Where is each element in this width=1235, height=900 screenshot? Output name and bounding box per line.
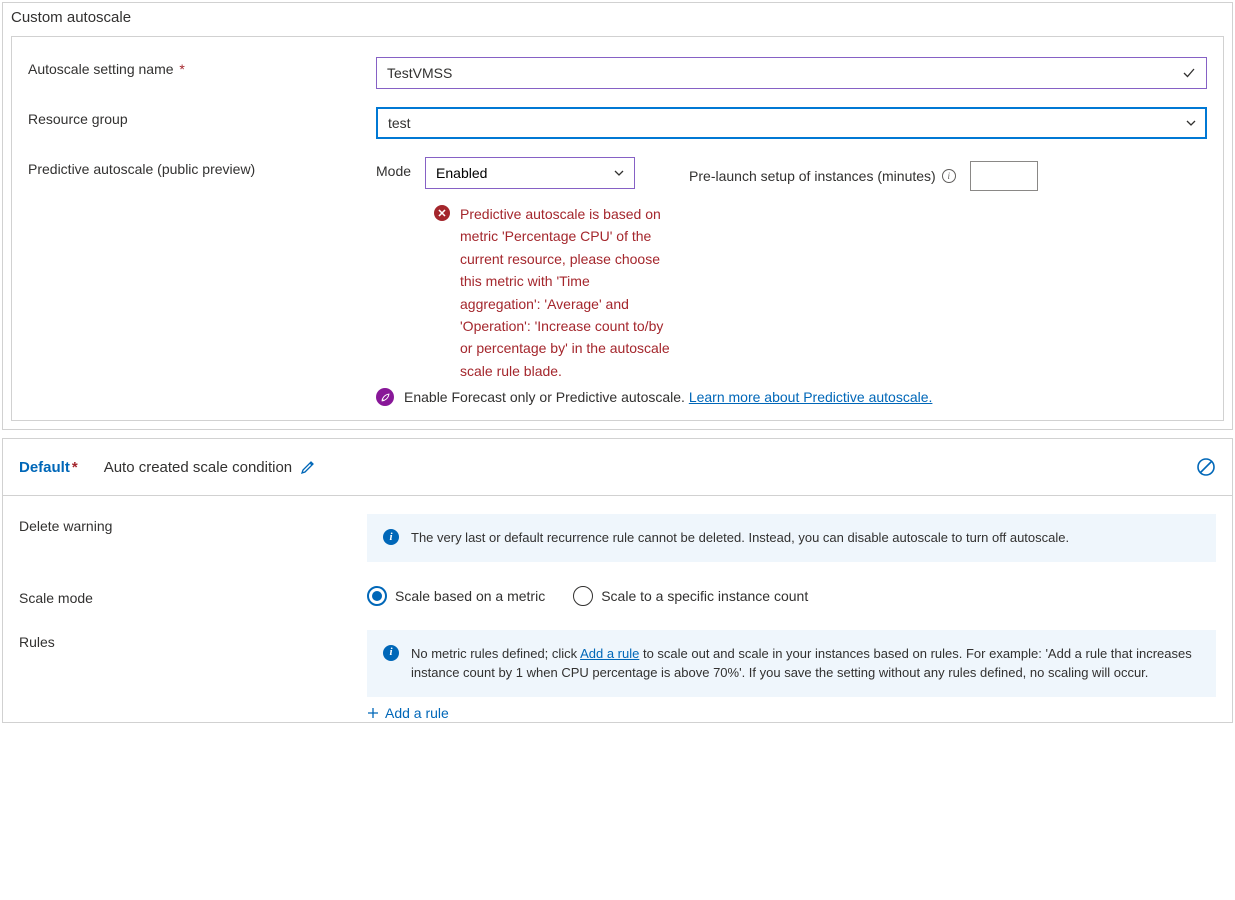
info-icon[interactable]: i	[942, 169, 956, 183]
forecast-row: Enable Forecast only or Predictive autos…	[376, 388, 1207, 406]
resource-group-select[interactable]	[376, 107, 1207, 139]
row-resource-group: Resource group	[28, 107, 1207, 139]
condition-body: Delete warning i The very last or defaul…	[3, 496, 1232, 722]
row-delete-warning: Delete warning i The very last or defaul…	[19, 514, 1216, 562]
info-icon: i	[383, 645, 399, 661]
required-star: *	[72, 459, 78, 476]
plus-icon	[367, 707, 379, 719]
edit-icon[interactable]	[300, 459, 316, 475]
mode-select[interactable]	[425, 157, 635, 189]
rules-info-pre: No metric rules defined; click	[411, 646, 580, 661]
delete-warning-banner: i The very last or default recurrence ru…	[367, 514, 1216, 562]
radio-scale-metric-label: Scale based on a metric	[395, 588, 545, 604]
add-rule-button[interactable]: Add a rule	[367, 705, 449, 721]
label-setting-name-text: Autoscale setting name	[28, 61, 174, 77]
autoscale-form: Autoscale setting name * Resource group	[11, 36, 1224, 421]
add-rule-label: Add a rule	[385, 705, 449, 721]
row-scale-mode: Scale mode Scale based on a metric Scale…	[19, 586, 1216, 606]
radio-scale-count[interactable]: Scale to a specific instance count	[573, 586, 808, 606]
label-scale-mode: Scale mode	[19, 586, 367, 606]
row-rules: Rules i No metric rules defined; click A…	[19, 630, 1216, 722]
disable-icon[interactable]	[1196, 457, 1216, 477]
setting-name-input[interactable]	[376, 57, 1207, 89]
radio-scale-metric[interactable]: Scale based on a metric	[367, 586, 545, 606]
custom-autoscale-panel: Custom autoscale Autoscale setting name …	[2, 2, 1233, 430]
panel-title: Custom autoscale	[3, 3, 1232, 36]
radio-scale-count-label: Scale to a specific instance count	[601, 588, 808, 604]
prelaunch-input[interactable]	[970, 161, 1038, 191]
label-predictive: Predictive autoscale (public preview)	[28, 157, 376, 177]
add-rule-link-inline[interactable]: Add a rule	[580, 646, 639, 661]
predictive-error: ✕ Predictive autoscale is based on metri…	[434, 203, 674, 382]
rocket-icon	[376, 388, 394, 406]
row-predictive: Predictive autoscale (public preview) Mo…	[28, 157, 1207, 382]
scale-mode-radio-group: Scale based on a metric Scale to a speci…	[367, 586, 1216, 606]
label-setting-name: Autoscale setting name *	[28, 57, 376, 77]
label-delete-warning: Delete warning	[19, 514, 367, 534]
condition-title-text: Default	[19, 459, 70, 476]
info-icon: i	[383, 529, 399, 545]
required-star: *	[176, 61, 185, 77]
condition-subtitle: Auto created scale condition	[104, 459, 292, 476]
mode-label: Mode	[376, 157, 411, 179]
error-text: Predictive autoscale is based on metric …	[460, 203, 674, 382]
scale-condition-panel: Default* Auto created scale condition De…	[2, 438, 1233, 723]
error-icon: ✕	[434, 205, 450, 221]
forecast-text: Enable Forecast only or Predictive autos…	[404, 389, 932, 405]
condition-title: Default*	[19, 459, 78, 476]
prelaunch-label: Pre-launch setup of instances (minutes)	[689, 168, 936, 184]
learn-more-link[interactable]: Learn more about Predictive autoscale.	[689, 389, 933, 405]
rules-info-text: No metric rules defined; click Add a rul…	[411, 644, 1200, 683]
label-resource-group: Resource group	[28, 107, 376, 127]
condition-header: Default* Auto created scale condition	[3, 439, 1232, 496]
label-rules: Rules	[19, 630, 367, 650]
delete-warning-text: The very last or default recurrence rule…	[411, 528, 1069, 548]
rules-info-banner: i No metric rules defined; click Add a r…	[367, 630, 1216, 697]
row-setting-name: Autoscale setting name *	[28, 57, 1207, 89]
forecast-text-plain: Enable Forecast only or Predictive autos…	[404, 389, 689, 405]
